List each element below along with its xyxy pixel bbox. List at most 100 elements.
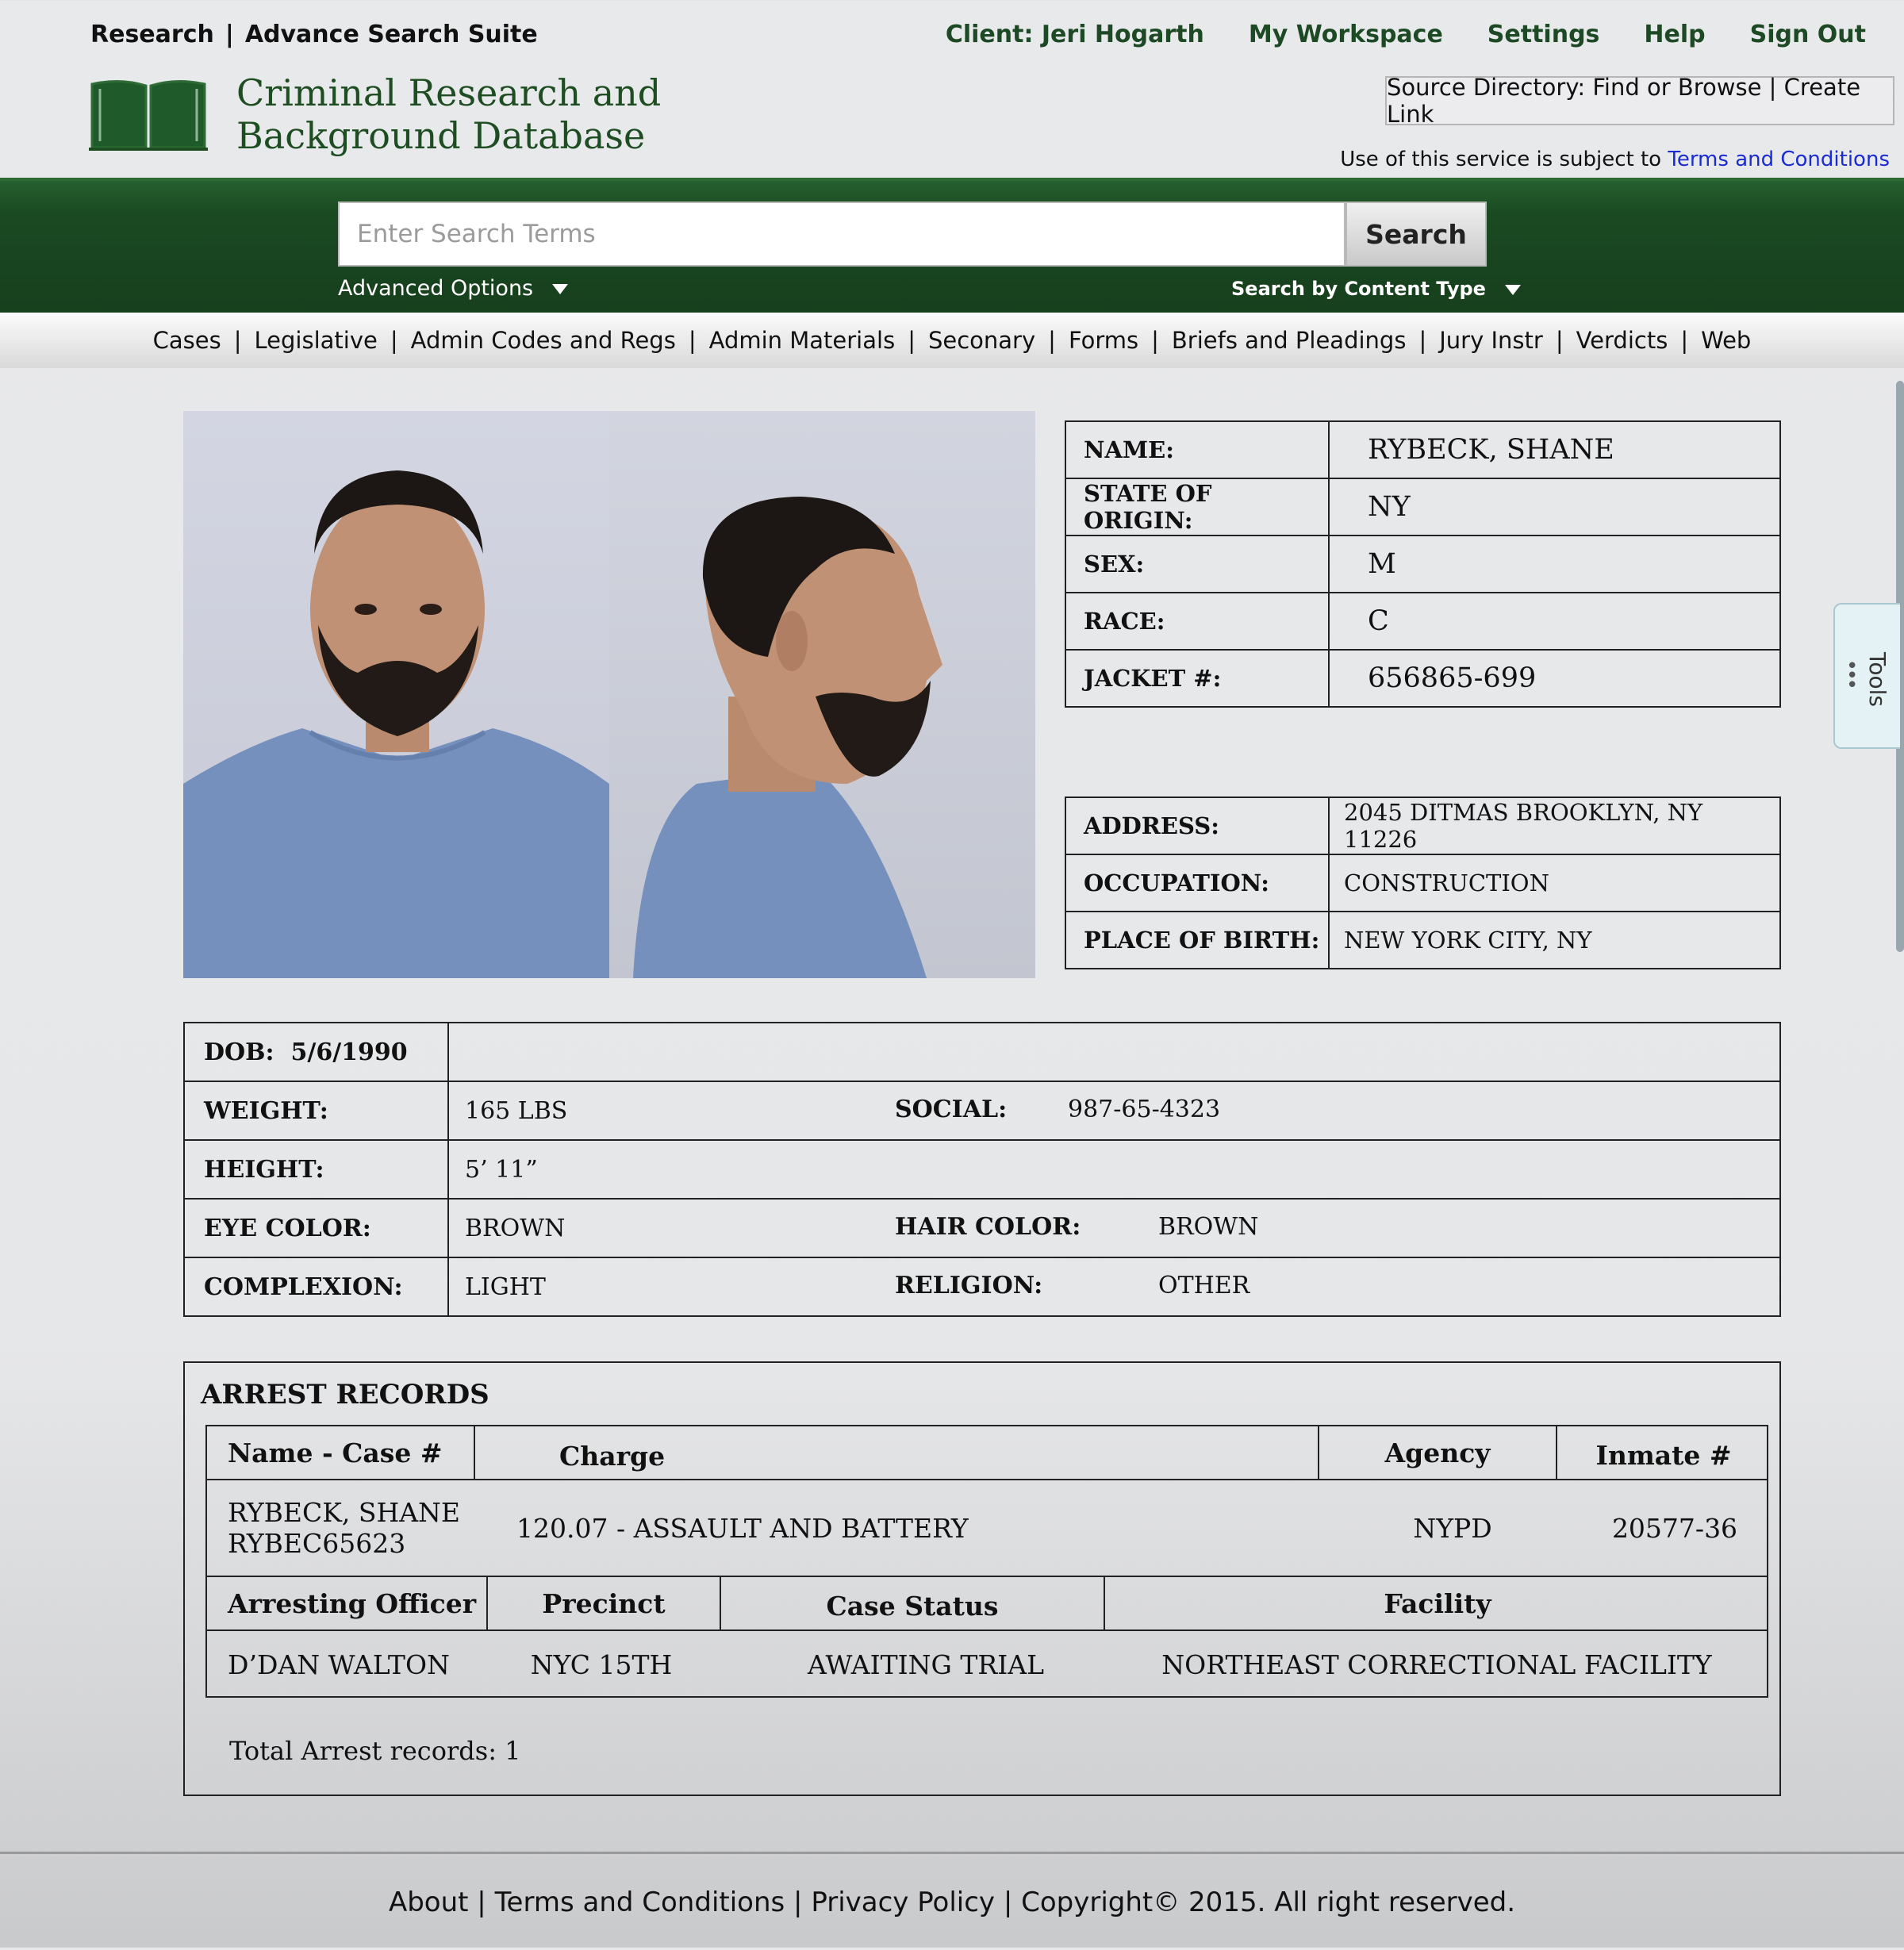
hair-value: BROWN <box>1158 1213 1259 1241</box>
arrest-officer: D’DAN WALTON <box>228 1649 450 1680</box>
sign-out-link[interactable]: Sign Out <box>1750 21 1866 48</box>
content-type-dropdown[interactable]: Search by Content Type <box>1231 278 1521 300</box>
table-row: PLACE OF BIRTH: NEW YORK CITY, NY <box>1065 911 1781 969</box>
table-row: NAME: RYBECK, SHANE <box>1065 420 1781 479</box>
terms-notice: Use of this service is subject to Terms … <box>1340 148 1890 171</box>
name-value: RYBECK, SHANE <box>1328 420 1781 479</box>
terms-prefix: Use of this service is subject to <box>1340 148 1662 171</box>
sex-label: SEX: <box>1065 535 1330 593</box>
divider: | <box>1151 327 1159 354</box>
category-legislative[interactable]: Legislative <box>255 327 378 354</box>
height-label: HEIGHT: <box>183 1139 449 1200</box>
mugshot-side-photo <box>609 411 1035 978</box>
table-row: RYBECK, SHANE RYBEC65623 120.07 - ASSAUL… <box>207 1480 1767 1577</box>
category-admin-materials[interactable]: Admin Materials <box>709 327 896 354</box>
arrest-precinct: NYC 15TH <box>530 1649 673 1680</box>
birthplace-value: NEW YORK CITY, NY <box>1328 911 1781 969</box>
search-input[interactable] <box>338 202 1345 267</box>
caret-down-icon <box>552 284 569 294</box>
col-inmate: Inmate # <box>1556 1426 1770 1479</box>
category-forms[interactable]: Forms <box>1069 327 1138 354</box>
suite-link[interactable]: Advance Search Suite <box>245 21 538 48</box>
col-charge: Charge <box>474 1426 1318 1479</box>
category-jury-instr[interactable]: Jury Instr <box>1439 327 1543 354</box>
tools-label: Tools <box>1864 652 1891 707</box>
category-verdicts[interactable]: Verdicts <box>1576 327 1668 354</box>
search-button[interactable]: Search <box>1345 202 1487 267</box>
divider: | <box>233 327 242 354</box>
state-label: STATE OF ORIGIN: <box>1065 478 1330 536</box>
occupation-label: OCCUPATION: <box>1065 854 1330 912</box>
top-left-links: Research | Advance Search Suite <box>90 21 538 48</box>
divider: | <box>225 21 234 48</box>
table-row: ADDRESS: 2045 DITMAS BROOKLYN, NY 11226 <box>1065 797 1781 855</box>
help-link[interactable]: Help <box>1644 21 1705 48</box>
research-link[interactable]: Research <box>90 21 214 48</box>
eye-cell: BROWN HAIR COLOR: BROWN <box>447 1198 1781 1258</box>
col-precinct: Precinct <box>486 1577 720 1629</box>
brand-title[interactable]: Criminal Research and Background Databas… <box>236 71 661 157</box>
hair-label: HAIR COLOR: <box>895 1213 1081 1241</box>
address-value: 2045 DITMAS BROOKLYN, NY 11226 <box>1328 797 1781 855</box>
footer-privacy-link[interactable]: Privacy Policy <box>811 1887 995 1918</box>
identity-table: NAME: RYBECK, SHANE STATE OF ORIGIN: NY SE… <box>1065 420 1781 708</box>
caret-down-icon <box>1504 284 1521 295</box>
table-row: RACE: C <box>1065 592 1781 651</box>
weight-value: 165 LBS <box>465 1096 568 1125</box>
divider: | <box>908 327 916 354</box>
top-nav: Client: Jeri Hogarth My Workspace Settin… <box>901 21 1866 48</box>
category-web[interactable]: Web <box>1701 327 1751 354</box>
physical-table: DOB: 5/6/1990 WEIGHT: 165 LBS SOCIAL: 987-… <box>183 1022 1781 1317</box>
address-table: ADDRESS: 2045 DITMAS BROOKLYN, NY 11226 O… <box>1065 797 1781 969</box>
table-row: OCCUPATION: CONSTRUCTION <box>1065 854 1781 912</box>
divider: | <box>1680 327 1689 354</box>
more-dots-icon: • • • <box>1846 654 1859 697</box>
footer-terms-link[interactable]: Terms and Conditions <box>495 1887 785 1918</box>
jacket-value: 656865-699 <box>1328 649 1781 708</box>
birthplace-label: PLACE OF BIRTH: <box>1065 911 1330 969</box>
settings-link[interactable]: Settings <box>1488 21 1600 48</box>
height-value: 5’ 11” <box>447 1139 1781 1200</box>
divider: | <box>390 327 398 354</box>
mugshot-front-photo <box>183 411 609 978</box>
arrest-charge: 120.07 - ASSAULT AND BATTERY <box>516 1512 969 1544</box>
jacket-label: JACKET #: <box>1065 649 1330 708</box>
total-arrest-records: Total Arrest records: 1 <box>229 1736 521 1766</box>
client-link[interactable]: Client: Jeri Hogarth <box>946 21 1204 48</box>
source-directory-button[interactable]: Source Directory: Find or Browse | Creat… <box>1385 74 1894 128</box>
category-cases[interactable]: Cases <box>153 327 221 354</box>
table-row: DOB: 5/6/1990 <box>183 1022 1781 1082</box>
category-secondary[interactable]: Seconary <box>928 327 1035 354</box>
arrest-case-status: AWAITING TRIAL <box>807 1649 1045 1680</box>
table-row: STATE OF ORIGIN: NY <box>1065 478 1781 536</box>
footer: About | Terms and Conditions | Privacy P… <box>0 1852 1904 1950</box>
col-officer: Arresting Officer <box>228 1587 477 1619</box>
terms-link[interactable]: Terms and Conditions <box>1668 148 1890 171</box>
empty-cell <box>447 1022 1781 1082</box>
race-value: C <box>1328 592 1781 651</box>
category-admin-codes[interactable]: Admin Codes and Regs <box>411 327 676 354</box>
category-nav: Cases | Legislative | Admin Codes and Regs… <box>0 313 1904 368</box>
divider: | <box>1048 327 1056 354</box>
content-type-label: Search by Content Type <box>1231 278 1486 300</box>
name-case-cell: RYBECK, SHANE RYBEC65623 <box>207 1480 509 1576</box>
brand-line-1: Criminal Research and <box>236 71 662 114</box>
footer-about-link[interactable]: About <box>389 1887 469 1918</box>
arrest-agency: NYPD <box>1413 1512 1492 1544</box>
address-label: ADDRESS: <box>1065 797 1330 855</box>
weight-cell: 165 LBS SOCIAL: 987-65-4323 <box>447 1081 1781 1141</box>
advanced-options-dropdown[interactable]: Advanced Options <box>338 276 569 301</box>
category-briefs[interactable]: Briefs and Pleadings <box>1172 327 1407 354</box>
my-workspace-link[interactable]: My Workspace <box>1249 21 1443 48</box>
book-logo-icon[interactable] <box>89 78 208 151</box>
footer-copyright: Copyright© 2015. All right reserved. <box>1021 1886 1516 1918</box>
religion-label: RELIGION: <box>895 1272 1043 1299</box>
col-case-status: Case Status <box>720 1577 1104 1629</box>
advanced-options-label: Advanced Options <box>338 276 534 301</box>
occupation-value: CONSTRUCTION <box>1328 854 1781 912</box>
divider: | <box>1555 327 1564 354</box>
dob-cell: DOB: 5/6/1990 <box>183 1022 449 1082</box>
name-label: NAME: <box>1065 420 1330 479</box>
race-label: RACE: <box>1065 592 1330 651</box>
tools-tab[interactable]: • • • Tools <box>1833 603 1900 749</box>
